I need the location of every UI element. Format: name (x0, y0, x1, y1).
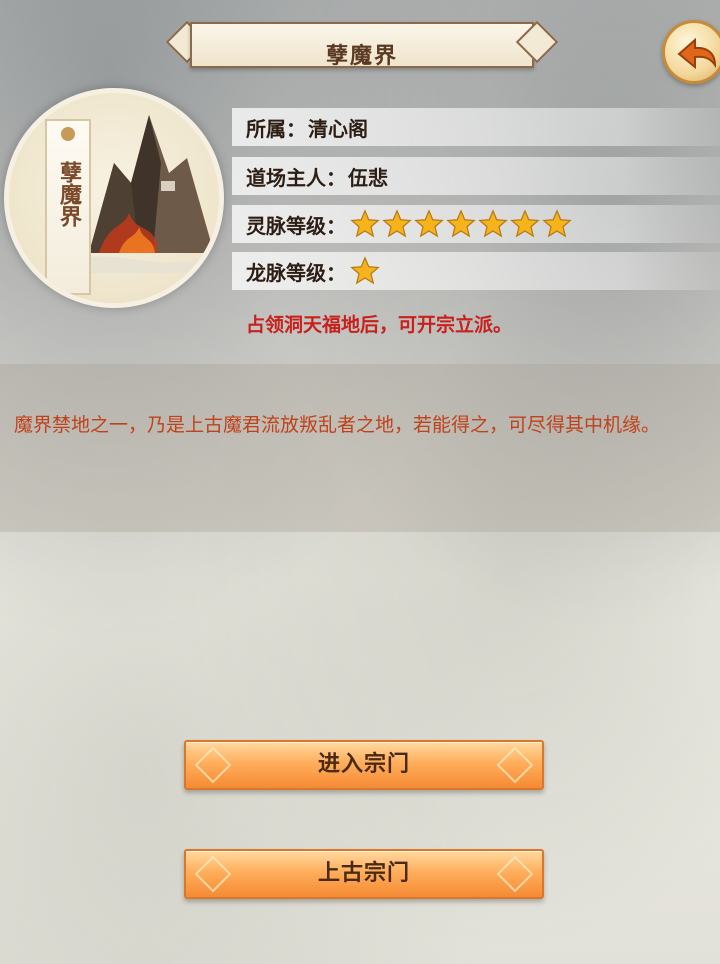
title-bar: 孽魔界 (164, 18, 560, 72)
enter-sect-label: 进入宗门 (317, 752, 410, 777)
owner-value: 伍悲 (348, 165, 388, 190)
enter-sect-button[interactable]: 进入宗门 (184, 740, 544, 790)
star-icon (382, 209, 412, 238)
owner-label: 道场主人： (246, 165, 346, 190)
affiliation-value: 清心阁 (308, 116, 368, 141)
button-ornament-icon (496, 746, 534, 784)
star-icon (478, 209, 508, 238)
location-banner: 孽魔界 (45, 119, 91, 295)
ancient-sect-button[interactable]: 上古宗门 (184, 849, 544, 899)
back-arrow-icon (677, 37, 717, 70)
occupy-notice: 占领洞天福地后，可开宗立派。 (246, 314, 513, 336)
page-title: 孽魔界 (325, 44, 398, 69)
ancient-sect-label: 上古宗门 (317, 861, 410, 886)
demon-mountain-illustration (69, 115, 219, 273)
button-ornament-icon (194, 855, 232, 893)
banner-knot-icon (61, 127, 75, 141)
star-icon (350, 256, 380, 285)
button-ornament-icon (496, 855, 534, 893)
dragon-vein-label: 龙脉等级： (246, 260, 346, 285)
star-icon (510, 209, 540, 238)
location-portrait: 孽魔界 (4, 88, 224, 308)
button-ornament-icon (194, 746, 232, 784)
star-icon (414, 209, 444, 238)
affiliation-row: 所属： 清心阁 (232, 108, 720, 146)
star-icon (350, 209, 380, 238)
spirit-vein-label: 灵脉等级： (246, 213, 346, 238)
affiliation-label: 所属： (246, 116, 306, 141)
description-panel: 魔界禁地之一，乃是上古魔君流放叛乱者之地，若能得之，可尽得其中机缘。 (0, 364, 720, 532)
dragon-vein-row: 龙脉等级： (232, 252, 720, 290)
description-text: 魔界禁地之一，乃是上古魔君流放叛乱者之地，若能得之，可尽得其中机缘。 (14, 414, 661, 436)
spirit-vein-row: 灵脉等级： (232, 205, 720, 243)
banner-text: 孽魔界 (56, 161, 81, 227)
owner-row: 道场主人： 伍悲 (232, 157, 720, 195)
back-button[interactable] (662, 20, 720, 84)
dragon-vein-stars (350, 256, 380, 286)
star-icon (542, 209, 572, 238)
spirit-vein-stars (350, 209, 572, 239)
title-plate: 孽魔界 (190, 22, 534, 69)
star-icon (446, 209, 476, 238)
